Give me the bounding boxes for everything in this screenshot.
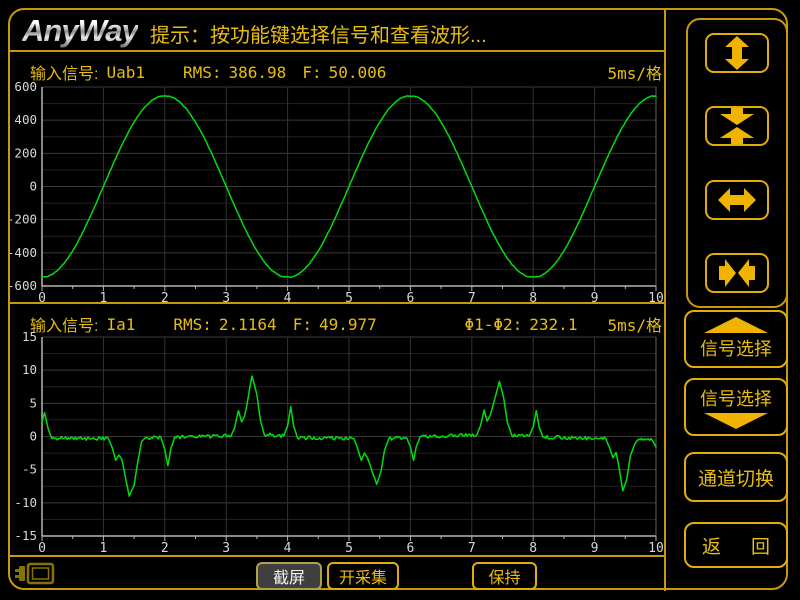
svg-text:10: 10 <box>648 541 664 552</box>
svg-text:3: 3 <box>222 291 230 302</box>
svg-text:400: 400 <box>14 112 37 127</box>
signal-select-up-label: 信号选择 <box>700 335 772 361</box>
signal-value: Uab1 <box>106 63 145 82</box>
back-label-right: 回 <box>751 532 770 559</box>
compress-horizontal-button[interactable] <box>705 253 769 293</box>
expand-horizontal-button[interactable] <box>705 180 769 220</box>
svg-text:9: 9 <box>591 541 599 552</box>
triangle-up-icon <box>704 317 768 333</box>
svg-text:600: 600 <box>14 80 37 94</box>
compress-vertical-icon <box>717 108 757 144</box>
svg-text:7: 7 <box>468 291 476 302</box>
svg-text:0: 0 <box>29 429 37 444</box>
svg-text:8: 8 <box>529 541 537 552</box>
svg-text:6: 6 <box>406 541 414 552</box>
header-divider <box>9 50 665 52</box>
expand-vertical-icon <box>717 35 757 71</box>
expand-horizontal-icon <box>717 182 757 218</box>
svg-text:3: 3 <box>222 541 230 552</box>
svg-text:5: 5 <box>345 541 353 552</box>
svg-text:0: 0 <box>29 179 37 194</box>
hint-text: 提示：按功能键选择信号和查看波形... <box>150 19 487 48</box>
svg-text:5: 5 <box>29 395 37 410</box>
panel-divider <box>9 302 665 304</box>
battery-icon <box>14 561 56 587</box>
waveform-zoom-group <box>686 18 788 308</box>
compress-vertical-button[interactable] <box>705 106 769 146</box>
compress-horizontal-icon <box>717 255 757 291</box>
current-waveform-chart: 151050-5-10-15012345678910 <box>10 330 665 552</box>
svg-text:10: 10 <box>22 362 37 377</box>
start-acquisition-button[interactable]: 开采集 <box>327 562 399 590</box>
svg-text:-5: -5 <box>22 462 37 477</box>
freq-readout: F: 50.006 <box>302 63 386 82</box>
svg-text:2: 2 <box>161 291 169 302</box>
svg-text:7: 7 <box>468 541 476 552</box>
svg-text:9: 9 <box>591 291 599 302</box>
signal-select-down-button[interactable]: 信号选择 <box>684 378 788 436</box>
back-label-left: 返 <box>702 532 721 559</box>
anyway-logo: AnyWay <box>22 13 138 49</box>
svg-text:4: 4 <box>284 541 292 552</box>
svg-text:-400: -400 <box>10 245 37 260</box>
svg-text:0: 0 <box>38 291 46 302</box>
triangle-down-icon <box>704 413 768 429</box>
voltage-waveform-chart: 6004002000-200-400-600012345678910 <box>10 80 665 302</box>
channel-switch-button[interactable]: 通道切换 <box>684 452 788 502</box>
svg-text:200: 200 <box>14 145 37 160</box>
svg-text:10: 10 <box>648 291 664 302</box>
svg-text:2: 2 <box>161 541 169 552</box>
rms-readout: RMS: 386.98 <box>183 63 286 82</box>
svg-text:-600: -600 <box>10 278 37 293</box>
expand-vertical-button[interactable] <box>705 33 769 73</box>
svg-text:-200: -200 <box>10 212 37 227</box>
bottom-bar-divider <box>9 555 665 557</box>
svg-text:8: 8 <box>529 291 537 302</box>
svg-text:1: 1 <box>99 291 107 302</box>
hold-label: 保持 <box>488 564 520 588</box>
back-button[interactable]: 返 回 <box>684 522 788 568</box>
svg-text:0: 0 <box>38 541 46 552</box>
channel-switch-label: 通道切换 <box>698 464 774 491</box>
svg-text:1: 1 <box>99 541 107 552</box>
svg-text:15: 15 <box>22 330 37 344</box>
hold-button[interactable]: 保持 <box>472 562 537 590</box>
svg-text:-10: -10 <box>14 495 37 510</box>
screenshot-button[interactable]: 截屏 <box>256 562 322 590</box>
svg-text:6: 6 <box>406 291 414 302</box>
signal-select-up-button[interactable]: 信号选择 <box>684 310 788 368</box>
svg-text:-15: -15 <box>14 528 37 543</box>
acquire-label: 开采集 <box>339 564 387 588</box>
svg-text:5: 5 <box>345 291 353 302</box>
svg-text:4: 4 <box>284 291 292 302</box>
screenshot-label: 截屏 <box>273 564 305 588</box>
signal-select-down-label: 信号选择 <box>700 385 772 411</box>
